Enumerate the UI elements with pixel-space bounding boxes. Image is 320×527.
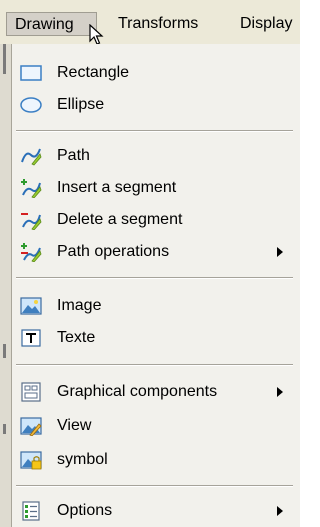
submenu-arrow-icon [277, 506, 283, 516]
submenu-arrow-icon [277, 247, 283, 257]
menu-item-ellipse[interactable]: Ellipse [12, 89, 301, 121]
menu-item-texte[interactable]: Texte [12, 322, 301, 354]
text-icon [21, 329, 41, 347]
menu-separator [16, 364, 293, 366]
menu-separator [16, 130, 293, 132]
view-icon [20, 417, 42, 436]
menu-drawing-label: Drawing [15, 16, 74, 33]
menu-drawing[interactable]: Drawing [6, 12, 97, 36]
rectangle-icon [20, 65, 42, 81]
submenu-arrow-icon [277, 387, 283, 397]
menu-item-rectangle-label: Rectangle [57, 64, 130, 81]
menu-transforms-label: Transforms [118, 15, 199, 32]
menu-item-options-label: Options [57, 502, 113, 519]
menu-item-image[interactable]: Image [12, 290, 301, 322]
symbol-icon [20, 451, 42, 470]
menu-item-image-label: Image [57, 297, 102, 314]
menu-item-view-label: View [57, 417, 92, 434]
menu-item-path-operations-label: Path operations [57, 243, 170, 260]
menu-bar: Drawing Transforms Display [0, 0, 300, 45]
delete-segment-icon [21, 213, 42, 230]
mouse-cursor-icon [89, 24, 104, 45]
menu-item-insert-segment-label: Insert a segment [57, 179, 177, 196]
ellipse-icon [20, 97, 42, 113]
path-icon [21, 148, 42, 166]
drawing-dropdown-menu: Rectangle Ellipse Path Insert a segment … [11, 44, 300, 527]
menu-item-graphical-components[interactable]: Graphical components [12, 376, 301, 408]
graphical-components-icon [21, 382, 41, 402]
menu-item-ellipse-label: Ellipse [57, 96, 105, 113]
menu-item-symbol-label: symbol [57, 451, 108, 468]
menu-item-rectangle[interactable]: Rectangle [12, 57, 301, 89]
menu-item-graphical-components-label: Graphical components [57, 383, 218, 400]
path-operations-icon [21, 243, 42, 262]
options-icon [22, 501, 40, 521]
menu-item-options[interactable]: Options [12, 495, 301, 527]
menu-item-symbol[interactable]: symbol [12, 444, 301, 476]
menu-display-label: Display [240, 15, 293, 32]
image-icon [20, 297, 42, 315]
menu-item-path-label: Path [57, 147, 90, 164]
insert-segment-icon [21, 179, 42, 198]
menu-item-path[interactable]: Path [12, 140, 301, 172]
menu-item-texte-label: Texte [57, 329, 96, 346]
menu-item-delete-segment[interactable]: Delete a segment [12, 204, 301, 236]
menu-item-path-operations[interactable]: Path operations [12, 236, 301, 268]
menu-separator [16, 485, 293, 487]
menu-item-view[interactable]: View [12, 410, 301, 442]
menu-separator [16, 277, 293, 279]
menu-item-insert-segment[interactable]: Insert a segment [12, 172, 301, 204]
menu-transforms[interactable]: Transforms [110, 12, 206, 36]
menu-item-delete-segment-label: Delete a segment [57, 211, 183, 228]
menu-display[interactable]: Display [232, 12, 300, 36]
